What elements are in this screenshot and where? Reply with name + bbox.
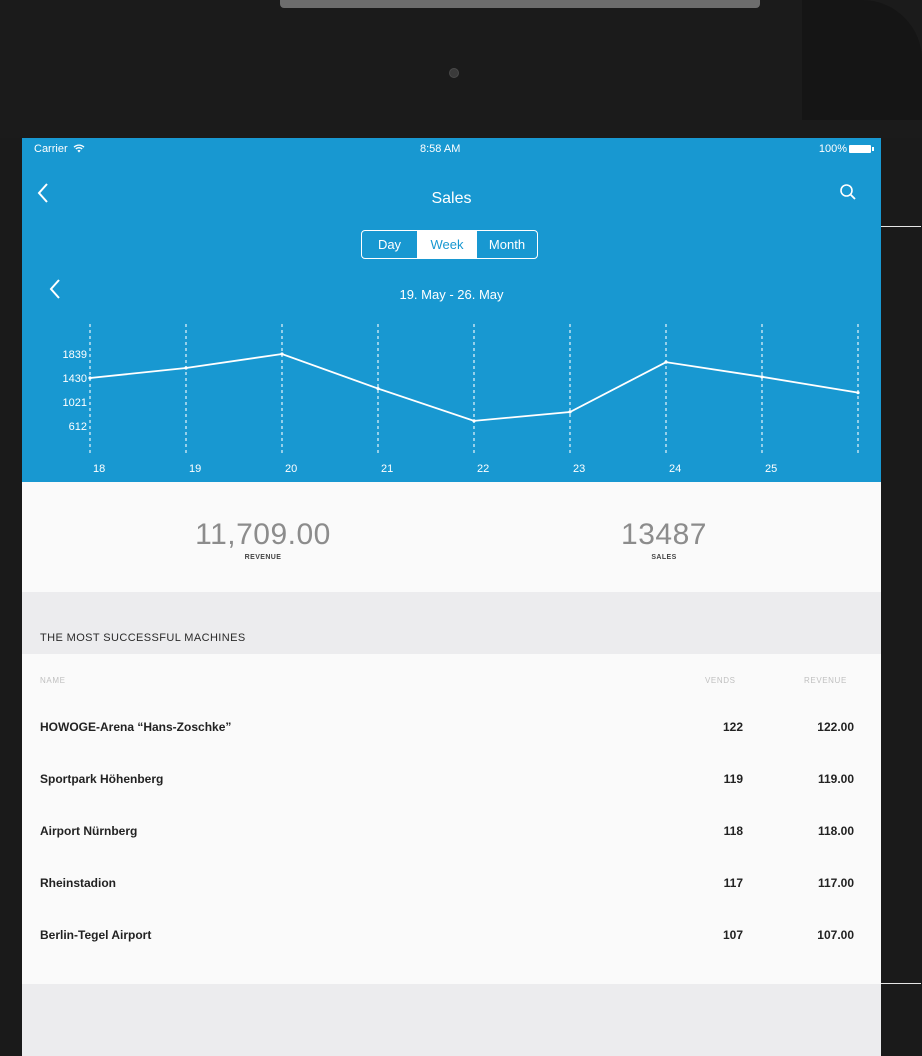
sales-data-point bbox=[760, 375, 764, 379]
x-tick-label: 18 bbox=[93, 463, 105, 475]
device-frame-top bbox=[0, 0, 922, 138]
device-frame-corner bbox=[802, 0, 922, 120]
y-tick-label: 1021 bbox=[63, 397, 87, 409]
x-tick-label: 25 bbox=[765, 463, 777, 475]
machine-name: Airport Nürnberg bbox=[40, 824, 138, 838]
search-icon[interactable] bbox=[839, 183, 857, 201]
machine-vends: 122 bbox=[722, 720, 743, 734]
status-time: 8:58 AM bbox=[420, 143, 461, 155]
table-row[interactable]: HOWOGE-Arena “Hans-Zoschke” 122 122.00 bbox=[22, 700, 881, 752]
x-tick-label: 21 bbox=[381, 463, 393, 475]
table-header: NAME VENDS REVENUE bbox=[22, 654, 881, 700]
sales-data-point bbox=[568, 410, 572, 414]
callout-line bbox=[881, 226, 921, 227]
sales-data-point bbox=[184, 366, 188, 370]
sales-metric: 13487 SALES bbox=[534, 518, 794, 561]
machine-revenue: 107.00 bbox=[817, 928, 854, 942]
column-vends[interactable]: VENDS bbox=[705, 676, 736, 685]
table-row[interactable]: Rheinstadion 117 117.00 bbox=[22, 856, 881, 908]
machine-name: HOWOGE-Arena “Hans-Zoschke” bbox=[40, 720, 232, 734]
segment-month[interactable]: Month bbox=[476, 231, 537, 258]
y-tick-label: 1839 bbox=[63, 349, 87, 361]
sales-data-point bbox=[376, 386, 380, 391]
segment-day[interactable]: Day bbox=[362, 231, 417, 258]
machine-vends: 119 bbox=[723, 772, 743, 786]
date-range-label: 19. May - 26. May bbox=[399, 287, 504, 302]
callout-line bbox=[881, 983, 921, 984]
machine-revenue: 119.00 bbox=[817, 772, 854, 786]
sales-line-chart: 18 19 20 21 22 23 24 25 1839 1430 1021 612 bbox=[63, 324, 860, 475]
revenue-label: REVENUE bbox=[244, 554, 282, 561]
x-tick-label: 19 bbox=[189, 463, 201, 475]
carrier-label: Carrier bbox=[34, 143, 85, 155]
wifi-icon bbox=[73, 144, 85, 153]
x-tick-label: 20 bbox=[285, 463, 297, 475]
column-revenue[interactable]: REVENUE bbox=[804, 676, 847, 685]
machines-table: NAME VENDS REVENUE HOWOGE-Arena “Hans-Zo… bbox=[22, 654, 881, 984]
table-row[interactable]: Berlin-Tegel Airport 107 107.00 bbox=[22, 908, 881, 960]
machine-revenue: 118.00 bbox=[817, 824, 854, 838]
sales-data-point bbox=[472, 419, 476, 423]
summary-panel: 11,709.00 REVENUE 13487 SALES bbox=[22, 482, 881, 592]
x-tick-label: 24 bbox=[669, 463, 681, 475]
footer-panel bbox=[22, 984, 881, 1056]
device-bevel bbox=[280, 0, 760, 8]
section-header: THE MOST SUCCESSFUL MACHINES bbox=[22, 592, 881, 654]
sales-data-point bbox=[664, 360, 668, 364]
machine-revenue: 122.00 bbox=[817, 720, 854, 734]
status-bar: Carrier 8:58 AM 100% bbox=[22, 138, 881, 160]
device-frame-right bbox=[881, 138, 922, 1056]
camera bbox=[449, 68, 459, 78]
machine-name: Rheinstadion bbox=[40, 876, 117, 890]
period-segmented-control: Day Week Month bbox=[361, 230, 538, 259]
section-title: THE MOST SUCCESSFUL MACHINES bbox=[40, 632, 246, 644]
machine-revenue: 117.00 bbox=[817, 876, 854, 890]
machine-name: Berlin-Tegel Airport bbox=[40, 928, 152, 942]
x-tick-label: 23 bbox=[573, 463, 585, 475]
revenue-value: 11,709.00 bbox=[195, 518, 331, 551]
x-tick-label: 22 bbox=[477, 463, 489, 475]
y-tick-label: 612 bbox=[69, 421, 87, 433]
battery-icon bbox=[849, 145, 874, 153]
sales-value: 13487 bbox=[621, 518, 707, 551]
machine-vends: 117 bbox=[723, 876, 743, 890]
sales-data-point bbox=[280, 352, 284, 356]
machine-name: Sportpark Höhenberg bbox=[40, 772, 164, 786]
carrier-text: Carrier bbox=[34, 143, 68, 155]
machine-vends: 107 bbox=[722, 928, 743, 942]
sales-label: SALES bbox=[651, 554, 677, 561]
header-panel: Carrier 8:58 AM 100% Sales Day Week Mont… bbox=[22, 138, 881, 482]
battery-percent: 100% bbox=[818, 143, 847, 155]
machine-vends: 118 bbox=[723, 824, 743, 838]
y-tick-label: 1430 bbox=[63, 373, 87, 385]
page-title: Sales bbox=[431, 190, 472, 207]
segment-week[interactable]: Week bbox=[417, 231, 476, 258]
column-name[interactable]: NAME bbox=[40, 676, 66, 685]
revenue-metric: 11,709.00 REVENUE bbox=[133, 518, 393, 561]
sales-data-point bbox=[856, 391, 860, 395]
table-row[interactable]: Airport Nürnberg 118 118.00 bbox=[22, 804, 881, 856]
table-row[interactable]: Sportpark Höhenberg 119 119.00 bbox=[22, 752, 881, 804]
sales-data-point bbox=[88, 376, 92, 380]
app-screen: Carrier 8:58 AM 100% Sales Day Week Mont… bbox=[22, 138, 881, 1056]
device-frame-left bbox=[0, 138, 22, 1056]
